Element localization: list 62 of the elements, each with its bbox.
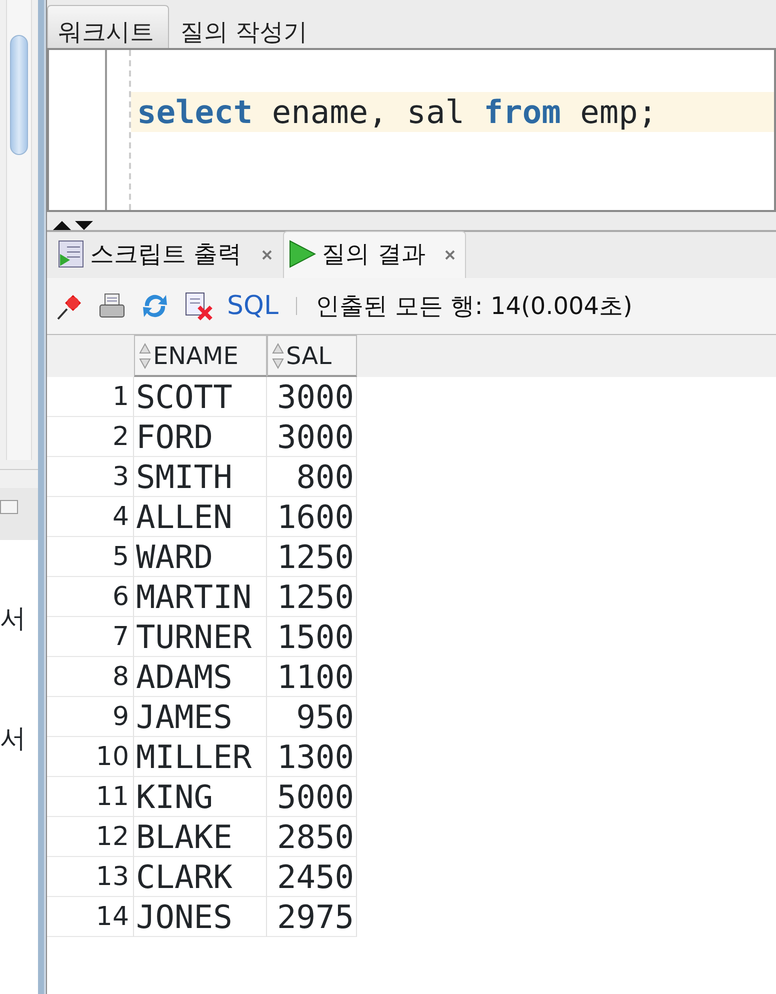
result-tab[interactable]: 질의 결과 bbox=[282, 231, 466, 278]
play-icon bbox=[288, 240, 316, 268]
document-icon bbox=[58, 240, 84, 268]
table-cell: 1600 bbox=[267, 497, 357, 537]
table-cell: BLAKE bbox=[134, 817, 267, 857]
sql-editor[interactable]: select ename, sal from emp; bbox=[47, 48, 776, 212]
panel-text: 서 bbox=[0, 726, 26, 752]
table-cell: SCOTT bbox=[134, 377, 267, 417]
table-cell: 2450 bbox=[267, 857, 357, 897]
editor-tab[interactable]: 질의 작성기 bbox=[169, 5, 323, 48]
row-number: 1 bbox=[47, 377, 134, 417]
row-number: 8 bbox=[47, 657, 134, 697]
table-cell: 2850 bbox=[267, 817, 357, 857]
table-cell: 3000 bbox=[267, 417, 357, 457]
sort-icon bbox=[139, 342, 151, 368]
table-cell: 3000 bbox=[267, 377, 357, 417]
status-text: 인출된 모든 행: 14(0.004초) bbox=[315, 291, 632, 322]
expand-collapse-icon[interactable] bbox=[51, 220, 95, 230]
row-number: 10 bbox=[47, 737, 134, 777]
row-number: 6 bbox=[47, 577, 134, 617]
row-number: 14 bbox=[47, 897, 134, 937]
table-cell: 2975 bbox=[267, 897, 357, 937]
column-header[interactable]: SAL bbox=[267, 335, 357, 377]
table-cell: 1250 bbox=[267, 537, 357, 577]
row-number: 13 bbox=[47, 857, 134, 897]
scrollbar-thumb[interactable] bbox=[10, 35, 28, 155]
row-number: 12 bbox=[47, 817, 134, 857]
table-cell: ADAMS bbox=[134, 657, 267, 697]
table-cell: 1250 bbox=[267, 577, 357, 617]
row-number: 2 bbox=[47, 417, 134, 457]
table-cell: KING bbox=[134, 777, 267, 817]
row-number: 7 bbox=[47, 617, 134, 657]
editor-tab[interactable]: 워크시트 bbox=[47, 5, 169, 48]
delete-document-icon[interactable] bbox=[183, 291, 215, 321]
table-cell: 800 bbox=[267, 457, 357, 497]
result-tab[interactable]: 스크립트 출력 bbox=[53, 231, 283, 278]
table-cell: 5000 bbox=[267, 777, 357, 817]
table-cell: ALLEN bbox=[134, 497, 267, 537]
minimize-button[interactable] bbox=[0, 500, 18, 514]
table-cell: SMITH bbox=[134, 457, 267, 497]
table-cell: 1300 bbox=[267, 737, 357, 777]
row-number: 5 bbox=[47, 537, 134, 577]
table-cell: 1100 bbox=[267, 657, 357, 697]
row-number: 11 bbox=[47, 777, 134, 817]
sort-icon bbox=[272, 342, 284, 368]
row-number: 3 bbox=[47, 457, 134, 497]
table-cell: WARD bbox=[134, 537, 267, 577]
scrollbar[interactable] bbox=[6, 0, 32, 460]
sql-link[interactable]: SQL bbox=[227, 286, 278, 326]
table-cell: TURNER bbox=[134, 617, 267, 657]
table-cell: MARTIN bbox=[134, 577, 267, 617]
column-header[interactable]: ENAME bbox=[134, 335, 267, 377]
table-cell: CLARK bbox=[134, 857, 267, 897]
row-number: 4 bbox=[47, 497, 134, 537]
table-cell: JONES bbox=[134, 897, 267, 937]
panel-text: 서 bbox=[0, 606, 26, 632]
row-number: 9 bbox=[47, 697, 134, 737]
table-cell: JAMES bbox=[134, 697, 267, 737]
table-cell: FORD bbox=[134, 417, 267, 457]
table-cell: MILLER bbox=[134, 737, 267, 777]
table-cell: 1500 bbox=[267, 617, 357, 657]
table-cell: 950 bbox=[267, 697, 357, 737]
